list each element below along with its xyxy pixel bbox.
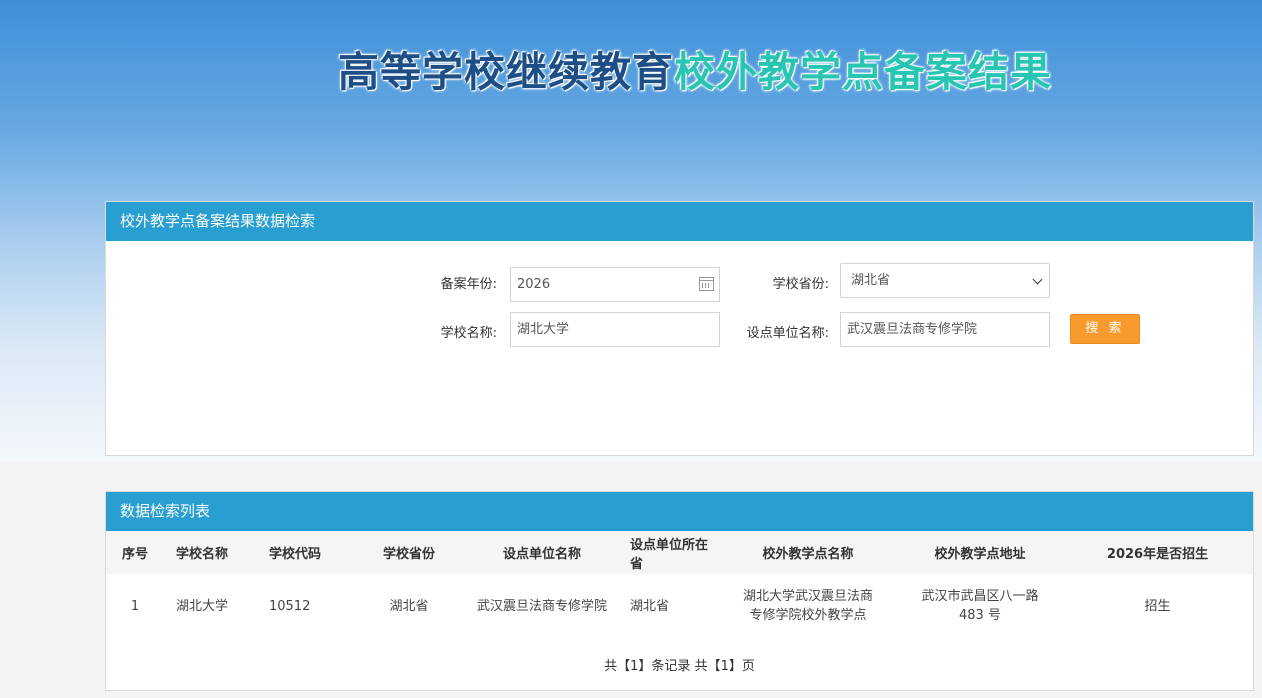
unit-name-input[interactable]: 武汉震旦法商专修学院 (840, 312, 1050, 347)
col-header-site-address: 校外教学点地址 (898, 531, 1062, 574)
page-title: 高等学校继续教育校外教学点备案结果 (338, 38, 1052, 98)
school-name-input[interactable]: 湖北大学 (510, 312, 720, 347)
col-header-index: 序号 (106, 531, 164, 574)
chevron-down-icon (1032, 274, 1043, 285)
school-name-label: 学校名称: (440, 326, 497, 341)
cell-code: 10512 (269, 598, 311, 614)
province-label: 学校省份: (772, 277, 829, 292)
unit-name-label: 设点单位名称: (746, 326, 829, 341)
col-header-unit-province: 设点单位所在省 (622, 531, 718, 574)
unit-name-value: 武汉震旦法商专修学院 (847, 322, 978, 337)
pager-prefix: 共【 (604, 659, 631, 674)
year-value: 2026 (517, 277, 551, 292)
calendar-icon[interactable] (699, 277, 714, 291)
year-label: 备案年份: (440, 277, 497, 292)
col-header-school: 学校名称 (164, 531, 260, 574)
province-value: 湖北省 (851, 273, 891, 288)
province-select[interactable]: 湖北省 (840, 263, 1050, 298)
cell-unit-province: 湖北省 (630, 598, 670, 614)
school-name-value: 湖北大学 (517, 322, 570, 337)
title-part-2: 校外教学点备案结果 (674, 48, 1052, 96)
col-header-province: 学校省份 (356, 531, 462, 574)
cell-enroll: 招生 (1144, 598, 1171, 614)
col-header-site-name: 校外教学点名称 (718, 531, 898, 574)
col-header-enroll: 2026年是否招生 (1062, 531, 1253, 574)
pagination-info: 共【1】条记录 共【1】页 (106, 655, 1253, 674)
cell-site-address: 武汉市武昌区八一路 483 号 (898, 574, 1062, 638)
cell-unit: 武汉震旦法商专修学院 (476, 598, 607, 614)
pager-suffix: 】页 (728, 659, 755, 674)
cell-site-name: 湖北大学武汉震旦法商 专修学院校外教学点 (718, 574, 898, 638)
address-line-2: 483 号 (959, 608, 1001, 623)
table-header-row: 序号 学校名称 学校代码 学校省份 设点单位名称 设点单位所在省 校外教学点名称… (106, 531, 1253, 574)
col-header-code: 学校代码 (260, 531, 356, 574)
title-part-1: 高等学校继续教育 (338, 48, 674, 96)
col-header-unit: 设点单位名称 (462, 531, 622, 574)
search-button[interactable]: 搜 索 (1070, 314, 1140, 344)
search-panel-header: 校外教学点备案结果数据检索 (106, 202, 1253, 241)
pager-mid: 】条记录 共【 (638, 659, 721, 674)
site-name-line-1: 湖北大学武汉震旦法商 (742, 589, 873, 604)
pager-page-count: 1 (720, 659, 729, 674)
address-line-1: 武汉市武昌区八一路 (921, 589, 1039, 604)
year-input[interactable]: 2026 (510, 267, 720, 302)
table-row: 1 湖北大学 10512 湖北省 武汉震旦法商专修学院 湖北省 湖北大学武汉震旦… (106, 574, 1253, 638)
cell-province: 湖北省 (389, 598, 429, 614)
site-name-line-2: 专修学院校外教学点 (749, 608, 867, 623)
cell-index: 1 (130, 598, 140, 614)
results-table: 序号 学校名称 学校代码 学校省份 设点单位名称 设点单位所在省 校外教学点名称… (106, 531, 1253, 638)
cell-school: 湖北大学 (176, 598, 229, 614)
results-panel-header: 数据检索列表 (106, 492, 1253, 531)
